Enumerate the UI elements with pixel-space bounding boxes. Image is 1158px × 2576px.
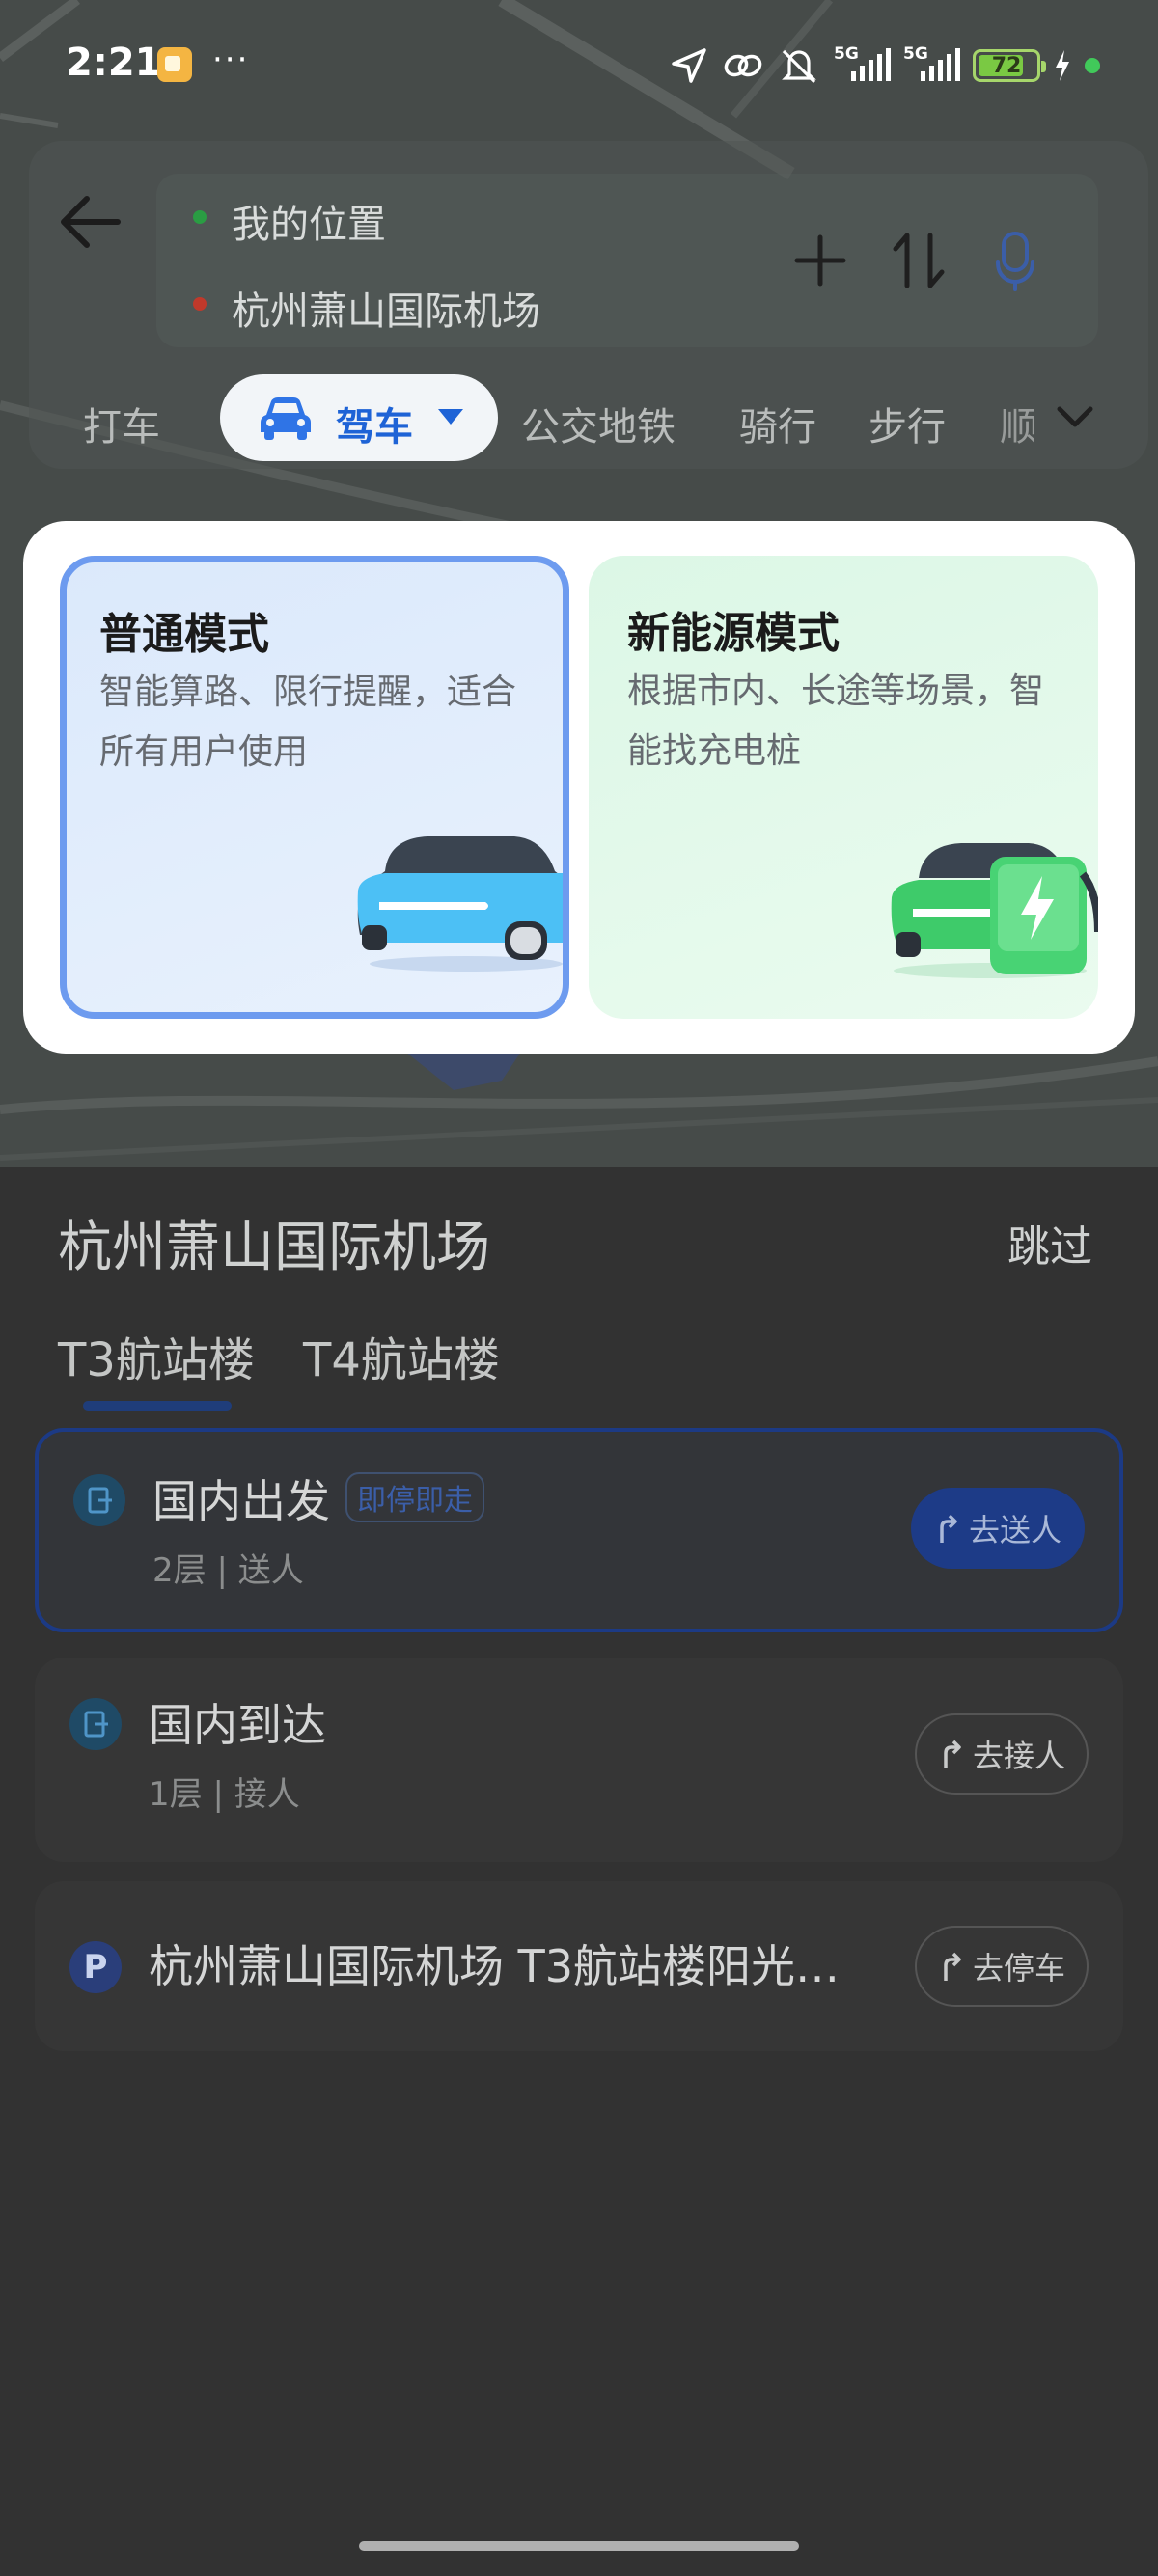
departure-icon [73, 1474, 125, 1526]
caret-down-icon [438, 409, 463, 425]
charging-bolt-icon [1056, 50, 1069, 81]
turn-arrow-icon [944, 1952, 961, 1981]
tab-bike[interactable]: 骑行 [739, 396, 816, 452]
tab-terminal-t4[interactable]: T4航站楼 [303, 1322, 500, 1389]
network-label-1: 5G [834, 44, 859, 64]
terminal-tabs: T3航站楼 T4航站楼 [0, 1322, 1158, 1418]
tab-transit[interactable]: 公交地铁 [521, 396, 676, 452]
arrival-icon [69, 1698, 122, 1750]
status-time: 2:21 [66, 41, 162, 85]
destination-field[interactable]: 杭州萧山国际机场 [232, 280, 540, 336]
normal-mode-title: 普通模式 [99, 610, 269, 659]
active-tab-indicator [83, 1401, 232, 1411]
ev-mode-card[interactable]: 新能源模式 根据市内、长途等场景，智能找充电桩 [589, 556, 1098, 1019]
item-title: 国内出发 [152, 1475, 330, 1527]
transport-mode-tabs: 打车 驾车 公交地铁 骑行 步行 顺 [0, 374, 1158, 461]
link-icon [724, 54, 762, 77]
skip-button[interactable]: 跳过 [1007, 1212, 1092, 1274]
drop-off-label: 去送人 [968, 1512, 1062, 1548]
car-icon [261, 397, 311, 440]
ev-mode-desc: 根据市内、长途等场景，智能找充电桩 [627, 671, 1045, 771]
origin-field[interactable]: 我的位置 [232, 193, 386, 249]
add-waypoint-icon[interactable] [789, 230, 851, 291]
destination-dot-icon [193, 297, 207, 311]
swap-route-icon[interactable] [888, 228, 950, 293]
signal-5g-1-icon: 5G [834, 44, 891, 83]
pick-up-button[interactable]: 去接人 [915, 1713, 1089, 1795]
battery-percent: 72 [991, 53, 1022, 78]
turn-arrow-icon [944, 1740, 961, 1768]
item-title: 杭州萧山国际机场 T3航站楼阳光… [149, 1940, 840, 1992]
normal-mode-desc: 智能算路、限行提醒，适合所有用户使用 [99, 672, 517, 772]
list-item-arrival[interactable]: 国内到达 1层 | 接人 去接人 [35, 1658, 1123, 1862]
list-item-departure[interactable]: 国内出发 即停即走 2层 | 送人 去送人 [35, 1428, 1123, 1632]
airport-title: 杭州萧山国际机场 [58, 1217, 490, 1279]
ev-mode-title: 新能源模式 [627, 609, 840, 658]
ev-charging-illustration [891, 843, 1098, 978]
home-indicator[interactable] [359, 2541, 799, 2551]
tab-drive-label: 驾车 [336, 405, 413, 450]
pick-up-label: 去接人 [972, 1738, 1065, 1774]
tab-ride[interactable]: 顺 [1000, 396, 1034, 452]
origin-dot-icon [193, 210, 207, 224]
drop-off-tag: 即停即走 [345, 1472, 484, 1522]
drop-off-button[interactable]: 去送人 [911, 1488, 1085, 1569]
battery-icon: 72 [973, 49, 1046, 82]
location-arrow-icon [672, 48, 706, 83]
network-label-2: 5G [903, 44, 928, 64]
status-icons: 5G 5G 72 [670, 44, 1100, 87]
chevron-down-icon[interactable] [1054, 396, 1096, 438]
parking-button[interactable]: 去停车 [915, 1926, 1089, 2007]
mode-selection-popup: 普通模式 智能算路、限行提醒，适合所有用户使用 新能源模式 根据市内、长途等场景… [23, 521, 1135, 1054]
list-item-parking[interactable]: P 杭州萧山国际机场 T3航站楼阳光… 去停车 [35, 1881, 1123, 2051]
normal-mode-card[interactable]: 普通模式 智能算路、限行提醒，适合所有用户使用 [60, 556, 569, 1019]
more-notifications-icon: ··· [212, 41, 250, 79]
notification-app-icon [157, 47, 192, 82]
item-subtitle: 2层 | 送人 [152, 1551, 304, 1590]
item-subtitle: 1层 | 接人 [149, 1775, 300, 1814]
tab-taxi[interactable]: 打车 [83, 396, 160, 452]
tab-drive[interactable]: 驾车 [220, 374, 498, 461]
blue-car-illustration [357, 836, 563, 972]
mute-bell-icon [782, 49, 816, 84]
privacy-indicator-dot [1085, 58, 1100, 73]
item-title: 国内到达 [149, 1699, 326, 1751]
parking-label: 去停车 [972, 1950, 1065, 1987]
back-arrow-icon[interactable] [56, 183, 133, 260]
microphone-icon[interactable] [994, 228, 1036, 293]
tab-walk[interactable]: 步行 [868, 396, 946, 452]
status-bar: 2:21 ··· 5G 5G 72 [0, 0, 1158, 135]
parking-icon: P [69, 1941, 122, 1993]
tab-terminal-t3[interactable]: T3航站楼 [58, 1322, 255, 1389]
signal-5g-2-icon: 5G [903, 44, 960, 83]
turn-arrow-icon [940, 1514, 957, 1543]
